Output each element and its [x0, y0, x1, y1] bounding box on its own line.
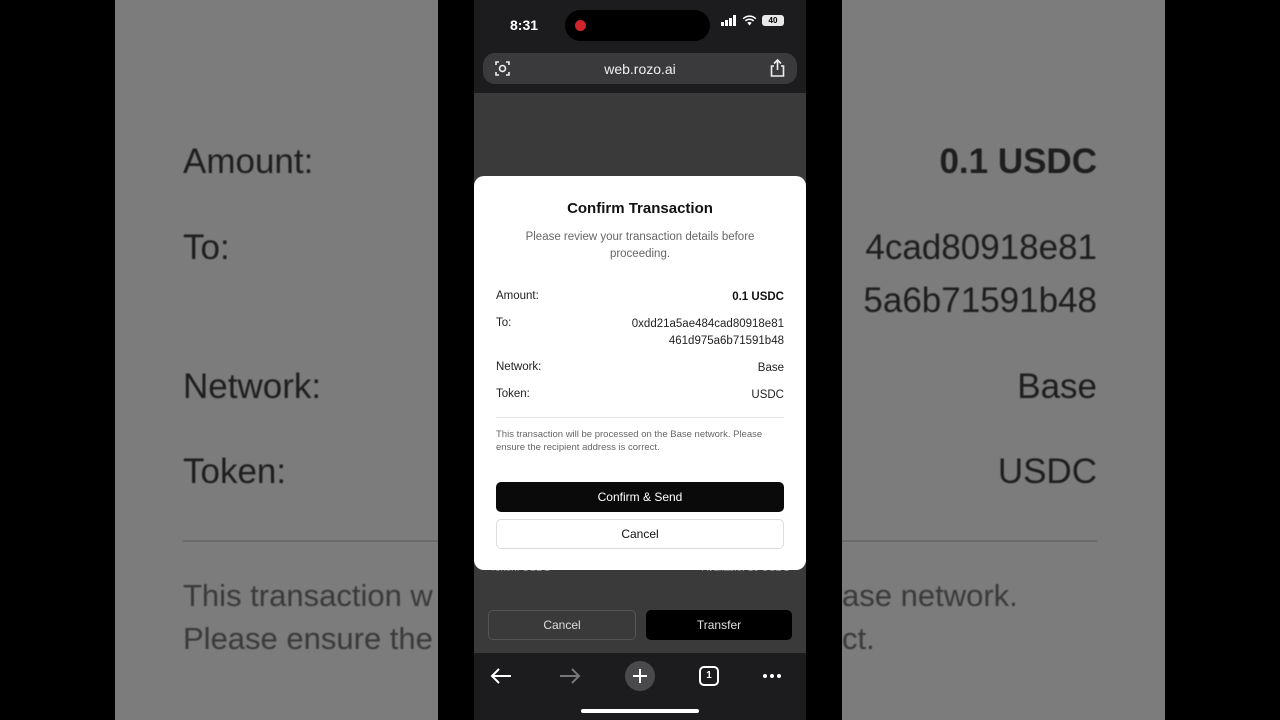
- dialog-description: Please review your transaction details b…: [525, 231, 755, 260]
- page-cancel-button[interactable]: Cancel: [488, 610, 636, 640]
- dynamic-island: [565, 10, 710, 41]
- bg-to-value-1: 4cad80918e81: [865, 228, 1097, 267]
- signal-icon: [721, 15, 736, 26]
- battery-icon: 40: [762, 15, 784, 26]
- bg-token-label: Token:: [183, 452, 287, 491]
- network-label: Network:: [496, 361, 542, 373]
- background-left-panel: Amount: To: Network: Token: This transac…: [115, 0, 438, 720]
- phone-screen: 8:31 40 web.rozo.ai Cancel Transfer Conf…: [474, 0, 806, 720]
- address-bar[interactable]: web.rozo.ai: [483, 53, 797, 84]
- amount-value: 0.1 USDC: [732, 291, 784, 303]
- bg-note-left-1: This transaction w: [183, 578, 433, 613]
- bg-divider: [183, 540, 438, 542]
- page-transfer-button[interactable]: Transfer: [646, 610, 792, 640]
- network-value: Base: [757, 362, 784, 374]
- bg-note-right-2: ct.: [842, 621, 875, 656]
- to-address-line1: 0xdd21a5ae484cad80918e81: [631, 318, 784, 330]
- more-button[interactable]: [752, 661, 792, 691]
- bg-network-label: Network:: [183, 367, 322, 406]
- dialog-title: Confirm Transaction: [567, 200, 713, 217]
- dialog-divider: [496, 417, 784, 418]
- tabs-button[interactable]: 1: [689, 661, 729, 691]
- bg-token-value: USDC: [997, 452, 1097, 491]
- bg-divider-right: [842, 540, 1097, 542]
- browser-toolbar: web.rozo.ai: [474, 48, 806, 93]
- wifi-icon: [742, 15, 757, 26]
- confirm-transaction-dialog: Confirm Transaction Please review your t…: [474, 176, 806, 570]
- to-address-line2: 461d975a6b71591b48: [668, 335, 784, 347]
- status-bar: 8:31 40: [474, 0, 806, 48]
- network-note: This transaction will be processed on th…: [496, 429, 763, 453]
- status-time: 8:31: [510, 17, 539, 33]
- back-button[interactable]: [481, 661, 521, 691]
- token-label: Token:: [496, 388, 530, 400]
- status-icons: 40: [721, 15, 784, 26]
- forward-button[interactable]: [550, 661, 590, 691]
- bg-note-left-2: Please ensure the: [183, 621, 433, 656]
- cancel-button[interactable]: Cancel: [496, 519, 784, 549]
- url-text: web.rozo.ai: [604, 61, 676, 77]
- new-tab-button[interactable]: [620, 661, 660, 691]
- back-arrow-icon: [490, 668, 511, 684]
- home-indicator: [581, 709, 699, 713]
- background-right-panel: 0.1 USDC 4cad80918e81 5a6b71591b48 Base …: [842, 0, 1165, 720]
- recording-dot-icon: [575, 20, 586, 31]
- browser-bottom-bar: 1: [474, 653, 806, 720]
- bg-to-label: To:: [183, 228, 230, 267]
- bg-amount-value: 0.1 USDC: [939, 142, 1097, 181]
- more-dots-icon: [763, 674, 781, 678]
- amount-label: Amount:: [496, 290, 539, 302]
- confirm-send-button[interactable]: Confirm & Send: [496, 482, 784, 512]
- bg-note-right-1: ase network.: [842, 578, 1018, 613]
- to-label: To:: [496, 317, 512, 329]
- tab-count-icon: 1: [699, 666, 719, 686]
- plus-icon: [633, 669, 647, 683]
- bg-network-value: Base: [1017, 367, 1097, 406]
- bg-amount-label: Amount:: [183, 142, 314, 181]
- share-icon[interactable]: [769, 58, 786, 82]
- token-value: USDC: [751, 389, 784, 401]
- bg-to-value-2: 5a6b71591b48: [863, 281, 1097, 320]
- forward-arrow-icon: [560, 668, 581, 684]
